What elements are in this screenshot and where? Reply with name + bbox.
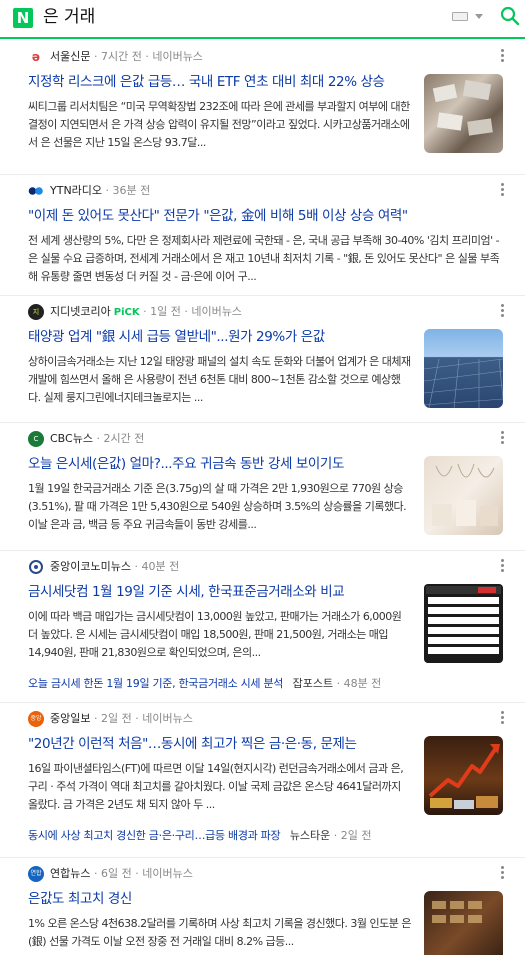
portal-link[interactable]: 네이버뉴스 [142, 867, 193, 880]
portal-link[interactable]: 네이버뉴스 [191, 305, 242, 318]
search-input[interactable]: 은 거래 [43, 5, 95, 29]
related-news-press[interactable]: 잡포스트 [293, 677, 333, 690]
news-thumbnail[interactable] [424, 736, 503, 815]
news-thumbnail[interactable] [424, 329, 503, 408]
related-news-press[interactable]: 뉴스타운 [290, 829, 330, 842]
news-title[interactable]: 태양광 업계 "銀 시세 급등 열받네"...원가 29%가 은값 [28, 327, 412, 347]
news-thumbnail[interactable] [424, 74, 503, 153]
press-name[interactable]: YTN라디오 [50, 184, 102, 197]
press-name[interactable]: 중앙이코노미뉴스 [50, 560, 131, 573]
press-logo-icon: 지 [28, 304, 44, 320]
news-thumbnail[interactable] [424, 891, 503, 955]
more-icon[interactable] [501, 431, 505, 445]
more-icon[interactable] [501, 711, 505, 725]
naver-logo[interactable]: N [13, 8, 33, 28]
news-item: 중앙 중앙일보 · 2일 전 · 네이버뉴스 "20년간 이런적 처음"…동시에… [0, 704, 525, 858]
more-icon[interactable] [501, 49, 505, 63]
news-body[interactable]: 1% 오른 온스당 4천638.2달러를 기록하며 사상 최고치 기록을 경신했… [28, 915, 412, 955]
press-logo-icon [28, 183, 44, 199]
press-logo-icon: ə [28, 49, 44, 65]
more-icon[interactable] [501, 183, 505, 197]
more-icon[interactable] [501, 304, 505, 318]
news-body[interactable]: 씨티그룹 리서치팀은 “미국 무역확장법 232조에 따라 은에 관세를 부과할… [28, 98, 412, 152]
news-time: · 1일 전 · [143, 305, 188, 318]
news-time: · 2일 전 · [93, 712, 139, 725]
related-news: 오늘 금시세 한돈 1월 19일 기준, 한국금거래소 시세 분석 잡포스트 ·… [28, 668, 525, 700]
news-time: · 6일 전 · [93, 867, 139, 880]
portal-link[interactable]: 네이버뉴스 [142, 712, 193, 725]
news-title[interactable]: 은값도 최고치 경신 [28, 889, 412, 909]
news-body[interactable]: 전 세계 생산량의 5%, 다만 은 정제회사라 제련료에 국한돼 - 은, 국… [28, 232, 503, 286]
news-title[interactable]: 금시세닷컴 1월 19일 기준 시세, 한국표준금거래소와 비교 [28, 582, 412, 602]
more-icon[interactable] [501, 559, 505, 573]
news-item: ə 서울신문 · 7시간 전 · 네이버뉴스 지정학 리스크에 은값 급등… 국… [0, 42, 525, 175]
press-logo-icon: 연합 [28, 866, 44, 882]
related-news-time: · 2일 전 [333, 829, 372, 842]
portal-link[interactable]: 네이버뉴스 [152, 50, 203, 63]
press-name[interactable]: CBC뉴스 [50, 432, 93, 445]
search-icon[interactable] [500, 6, 520, 26]
news-body[interactable]: 이에 따라 백금 매입가는 금시세닷컴이 13,000원 높았고, 판매가는 거… [28, 608, 412, 662]
press-name[interactable]: 연합뉴스 [50, 867, 90, 880]
press-logo-icon: C [28, 431, 44, 447]
news-title[interactable]: 오늘 은시세(은값) 얼마?...주요 귀금속 동반 강세 보이기도 [28, 454, 412, 474]
related-news-link[interactable]: 오늘 금시세 한돈 1월 19일 기준, 한국금거래소 시세 분석 [28, 677, 283, 690]
more-icon[interactable] [501, 866, 505, 880]
related-news-time: · 48분 전 [336, 677, 382, 690]
news-item: YTN라디오 · 36분 전 "이제 돈 있어도 못산다" 전문가 "은값, 金… [0, 176, 525, 296]
keyboard-icon[interactable] [452, 12, 468, 21]
news-title[interactable]: "20년간 이런적 처음"…동시에 최고가 찍은 금·은·동, 문제는 [28, 734, 412, 754]
chevron-down-icon[interactable] [475, 14, 483, 19]
press-name[interactable]: 서울신문 [50, 50, 90, 63]
press-logo-icon [28, 559, 44, 575]
news-time: · 36분 전 [105, 184, 151, 197]
press-name[interactable]: 지디넷코리아 [50, 305, 111, 318]
news-list: ə 서울신문 · 7시간 전 · 네이버뉴스 지정학 리스크에 은값 급등… 국… [0, 41, 525, 955]
press-logo-icon: 중앙 [28, 711, 44, 727]
news-thumbnail[interactable] [424, 456, 503, 535]
news-body[interactable]: 1월 19일 한국금거래소 기준 은(3.75g)의 살 때 가격은 2만 1,… [28, 480, 412, 534]
news-item: 지 지디넷코리아 PiCK · 1일 전 · 네이버뉴스 태양광 업계 "銀 시세… [0, 297, 525, 423]
related-news: 동시에 사상 최고치 경신한 금·은·구리…급등 배경과 파장 뉴스타운 · 2… [28, 820, 525, 852]
news-title[interactable]: "이제 돈 있어도 못산다" 전문가 "은값, 金에 비해 5배 이상 상승 여… [28, 206, 503, 226]
news-body[interactable]: 16일 파이낸셜타임스(FT)에 따르면 이달 14일(현지시각) 런던금속거래… [28, 760, 412, 814]
news-thumbnail[interactable] [424, 584, 503, 663]
news-item: C CBC뉴스 · 2시간 전 오늘 은시세(은값) 얼마?...주요 귀금속 … [0, 424, 525, 551]
news-item: 연합 연합뉴스 · 6일 전 · 네이버뉴스 은값도 최고치 경신 1% 오른 … [0, 859, 525, 955]
news-body[interactable]: 상하이금속거래소는 지난 12일 태양광 패널의 설치 속도 둔화와 더불어 업… [28, 353, 412, 407]
news-time: · 40분 전 [134, 560, 180, 573]
news-item: 중앙이코노미뉴스 · 40분 전 금시세닷컴 1월 19일 기준 시세, 한국표… [0, 552, 525, 703]
press-name[interactable]: 중앙일보 [50, 712, 90, 725]
search-header: N 은 거래 [0, 0, 525, 39]
news-time: · 2시간 전 [96, 432, 145, 445]
pick-badge: PiCK [113, 307, 140, 318]
related-news-link[interactable]: 동시에 사상 최고치 경신한 금·은·구리…급등 배경과 파장 [28, 829, 281, 842]
news-title[interactable]: 지정학 리스크에 은값 급등… 국내 ETF 연초 대비 최대 22% 상승 [28, 72, 412, 92]
news-time: · 7시간 전 · [93, 50, 149, 63]
